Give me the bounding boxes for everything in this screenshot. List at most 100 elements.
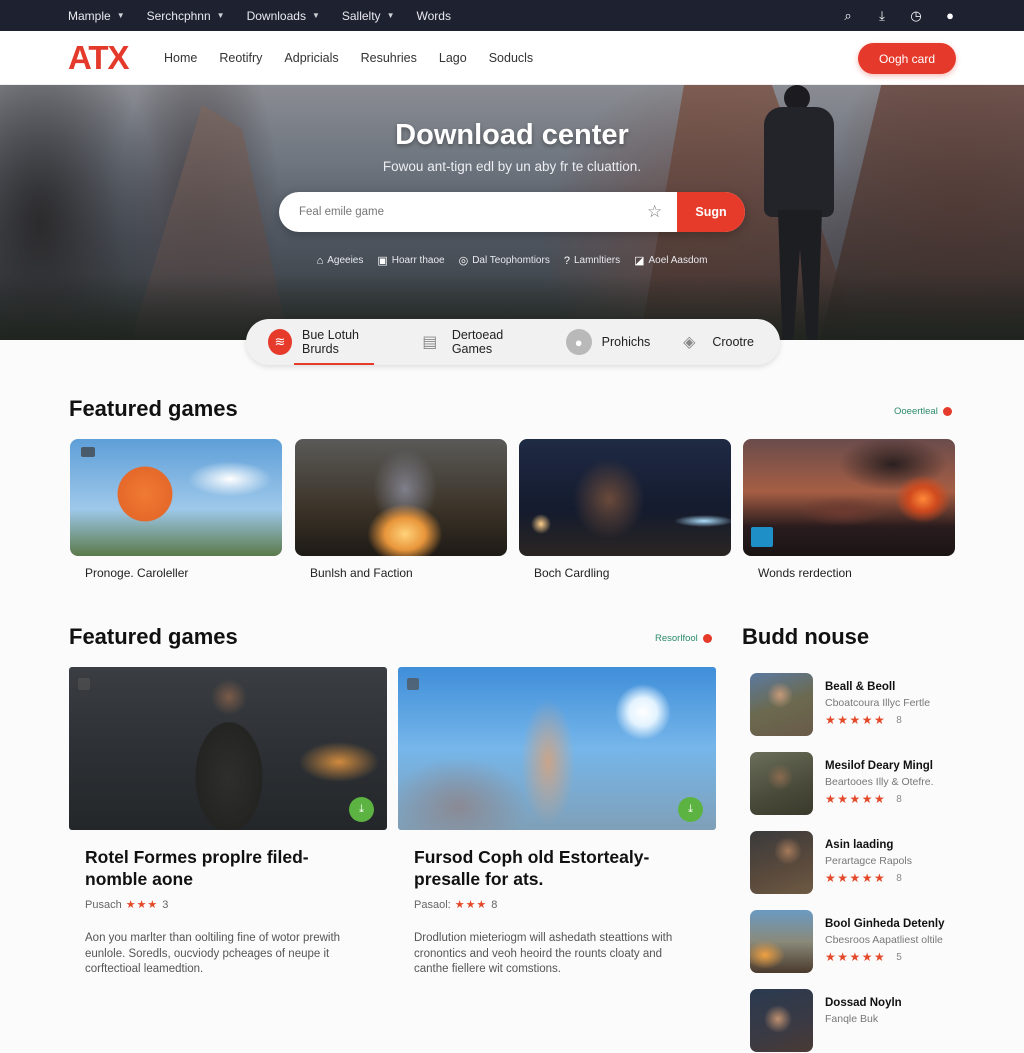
featured-article-card[interactable]: ⤓ Fursod Coph old Estortealy-presalle fo…	[398, 667, 716, 978]
top-menu-item-safety[interactable]: Sallelty ▼	[342, 9, 395, 23]
game-thumbnail	[519, 439, 731, 556]
search-icon[interactable]: ⌕	[840, 8, 856, 24]
globe-icon[interactable]: ●	[942, 8, 958, 24]
chevron-down-icon: ▼	[386, 11, 395, 20]
see-all-link[interactable]: Resorlfool	[655, 633, 712, 644]
top-menu-item-mample[interactable]: Mample ▼	[68, 9, 125, 23]
top-menu-item-downloads[interactable]: Downloads ▼	[247, 9, 320, 23]
game-avatar	[750, 910, 813, 973]
tab-label: Dertoead Games	[451, 328, 504, 356]
star-rating-icon: ★★★★★	[825, 792, 887, 806]
download-icon[interactable]: ⤓	[874, 8, 890, 24]
nav-link-2[interactable]: Reotifry	[219, 51, 262, 65]
sidebar-list-item[interactable]: Mesilof Deary Mingl Beartooes Illy & Ote…	[750, 752, 970, 816]
game-thumbnail	[70, 439, 282, 556]
rating-label: Pasaol:	[414, 898, 451, 911]
quick-link[interactable]: ▣ Hoarr thaoe	[377, 254, 444, 267]
sidebar-list-item[interactable]: Asin laading Perartagce Rapols ★★★★★ 8	[750, 831, 970, 895]
tab-brands[interactable]: ≋ Bue Lotuh Brurds	[268, 319, 392, 365]
game-avatar	[750, 673, 813, 736]
sidebar-title: Budd nouse	[742, 624, 870, 649]
item-name: Mesilof Deary Mingl	[825, 760, 933, 772]
article-thumbnail: ⤓	[69, 667, 387, 830]
quick-link-label: Dal Teophomtiors	[472, 255, 550, 266]
quick-link[interactable]: ◪ Aoel Aasdom	[634, 254, 707, 267]
nav-link-4[interactable]: Resuhries	[361, 51, 417, 65]
top-menu-item-words[interactable]: Words	[416, 9, 450, 23]
top-menu-item-search[interactable]: Serchcphnn ▼	[147, 9, 225, 23]
item-rating: ★★★★★ 8	[825, 713, 902, 727]
game-title: Pronoge. Caroleller	[85, 566, 189, 580]
chevron-down-icon: ▼	[311, 11, 320, 20]
search-button[interactable]: Sugn	[677, 192, 745, 232]
top-menu-label: Serchcphnn	[146, 8, 211, 23]
rating-count: 5	[896, 951, 902, 963]
quick-link-label: Ageeies	[327, 255, 364, 266]
game-thumbnail	[743, 439, 955, 556]
article-title: Fursod Coph old Estortealy-presalle for …	[414, 847, 650, 889]
item-subtitle: Perartagce Rapols	[825, 855, 912, 867]
chevron-down-icon: ▼	[116, 11, 125, 20]
top-bar: Mample ▼ Serchcphnn ▼ Downloads ▼ Sallelty ▼…	[0, 0, 1024, 31]
game-card[interactable]: Pronoge. Caroleller	[70, 439, 282, 580]
star-icon[interactable]: ☆	[647, 202, 662, 222]
clock-icon[interactable]: ◷	[908, 8, 924, 24]
logo[interactable]: ATX	[68, 39, 130, 77]
nav-link-6[interactable]: Soducls	[489, 51, 533, 65]
top-menu-label: Mample	[68, 8, 111, 23]
item-rating: ★★★★★ 8	[825, 871, 902, 885]
sidebar-list-item[interactable]: Dossad Noyln Fanqle Buk	[750, 989, 970, 1053]
badge-icon	[78, 678, 90, 690]
game-avatar	[750, 831, 813, 894]
share-icon: ◈	[683, 334, 696, 351]
nav-link-5[interactable]: Lago	[439, 51, 467, 65]
login-button[interactable]: Oogh card	[858, 43, 956, 74]
gamebox-icon: ▤	[422, 334, 438, 351]
game-card[interactable]: Boch Cardling	[519, 439, 731, 580]
tab-profiles[interactable]: ● Prohichs	[565, 319, 651, 365]
category-tabs: ≋ Bue Lotuh Brurds ▤ Dertoead Games ● Prohi…	[246, 319, 780, 365]
quick-link[interactable]: ⌂ Ageeies	[317, 254, 364, 267]
game-thumbnail	[295, 439, 507, 556]
tab-download-games[interactable]: ▤ Dertoead Games	[418, 319, 540, 365]
badge-icon	[407, 678, 419, 690]
arrow-dot-icon	[702, 634, 712, 643]
section-title-featured: Featured games	[69, 396, 238, 421]
download-badge-icon[interactable]: ⤓	[678, 797, 703, 822]
featured-article-card[interactable]: ⤓ Rotel Formes proplre filed-nomble aone…	[69, 667, 387, 978]
top-menu: Mample ▼ Serchcphnn ▼ Downloads ▼ Sallelty ▼…	[68, 0, 451, 31]
search-input[interactable]	[299, 192, 639, 232]
article-thumbnail: ⤓	[398, 667, 716, 830]
item-name: Asin laading	[825, 839, 894, 851]
quick-link-label: Lamnltiers	[573, 255, 621, 266]
article-description: Drodlution mieteriogm will ashedath stea…	[414, 932, 673, 975]
tab-label: Prohichs	[601, 335, 651, 349]
item-name: Beall & Beoll	[825, 681, 896, 693]
rating-count: 3	[162, 898, 169, 911]
nav-link-home[interactable]: Home	[164, 51, 197, 65]
rating-count: 8	[896, 872, 902, 884]
profile-icon: ●	[565, 329, 592, 355]
sidebar-list-item[interactable]: Beall & Beoll Cboatcoura Illyc Fertle ★★…	[750, 673, 970, 737]
main-navbar: ATX Home Reotifry Adpricials Resuhries L…	[0, 31, 1024, 85]
quick-link[interactable]: ◎ Dal Teophomtiors	[459, 254, 550, 267]
arrow-dot-icon	[942, 407, 952, 416]
quick-link[interactable]: ? Lamnltiers	[564, 254, 620, 267]
nav-link-3[interactable]: Adpricials	[284, 51, 338, 65]
item-subtitle: Cboatcoura Illyc Fertle	[825, 697, 931, 709]
game-title: Wonds rerdection	[758, 566, 852, 580]
sidebar-list-item[interactable]: Bool Ginheda Detenly Cbesroos Aapatliest…	[750, 910, 970, 974]
top-icons: ⌕ ⤓ ◷ ●	[840, 0, 958, 31]
gift-icon: ⌂	[316, 254, 324, 267]
see-all-link[interactable]: Ooeertleal	[894, 406, 952, 417]
game-title: Bunlsh and Faction	[310, 566, 413, 580]
item-rating: ★★★★★ 8	[825, 792, 902, 806]
tab-label: Bue Lotuh Brurds	[302, 328, 359, 356]
article-rating: Pasaol: ★★★ 8	[398, 898, 716, 912]
game-card[interactable]: Wonds rerdection	[743, 439, 955, 580]
star-rating-icon: ★★★★★	[825, 950, 887, 964]
mail-icon: ▣	[377, 255, 388, 267]
tab-create[interactable]: ◈ Crootre	[676, 319, 754, 365]
game-card[interactable]: Bunlsh and Faction	[295, 439, 507, 580]
download-badge-icon[interactable]: ⤓	[349, 797, 374, 822]
